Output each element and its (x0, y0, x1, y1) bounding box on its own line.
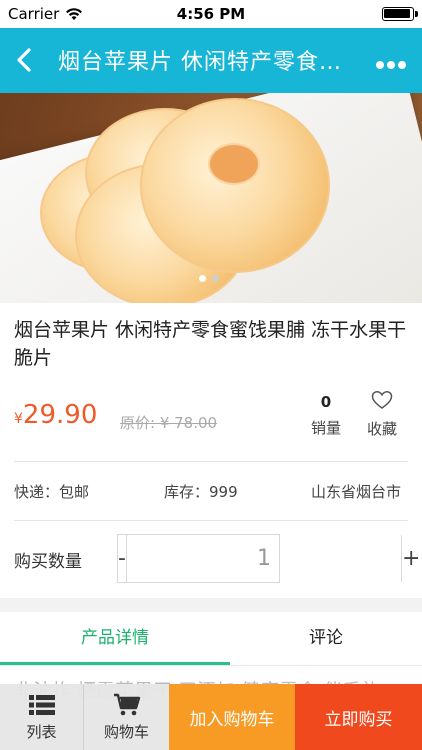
current-price: 29.90 (22, 400, 98, 430)
increase-quantity-button[interactable]: + (400, 535, 420, 582)
nav-bar: 烟台苹果片 休闲特产零食蜜饯果脯 冻干水果干脆片 (0, 28, 422, 93)
sales-label: 销量 (310, 419, 341, 437)
status-time: 4:56 PM (176, 5, 246, 23)
product-title: 烟台苹果片 休闲特产零食蜜饯果脯 冻干水果干脆片 (14, 319, 407, 369)
carousel-dot (212, 275, 219, 282)
origin-location: 山东省烟台市 (311, 483, 402, 501)
status-bar: Carrier 4:56 PM (0, 0, 422, 28)
active-tab-indicator (0, 662, 230, 665)
bottom-action-bar: 列表 购物车 加入购物车 立即购买 (0, 684, 422, 750)
sales-counter: 0 销量 (306, 393, 346, 438)
list-label: 列表 (26, 722, 57, 741)
currency-symbol: ¥ (14, 411, 23, 427)
heart-icon (371, 391, 393, 409)
decrease-quantity-button[interactable]: - (118, 535, 127, 582)
add-to-cart-button[interactable]: 加入购物车 (169, 684, 295, 750)
quantity-label: 购买数量 (14, 552, 82, 572)
stock-info: 库存：999 (164, 483, 238, 501)
tab-reviews[interactable]: 评论 (230, 612, 422, 666)
apple-core (208, 143, 260, 185)
original-price: 原价: ¥ 78.00 (120, 414, 218, 432)
apple-chip (140, 98, 330, 273)
buy-now-button[interactable]: 立即购买 (295, 684, 422, 750)
divider (14, 520, 408, 521)
detail-tabs: 产品详情 评论 (0, 612, 422, 666)
section-gap (0, 598, 422, 612)
cart-icon (113, 693, 140, 715)
more-dots-icon[interactable] (376, 54, 412, 69)
divider (14, 461, 408, 462)
list-icon (28, 694, 55, 715)
battery-icon (382, 7, 418, 21)
list-button[interactable]: 列表 (0, 684, 84, 750)
sales-count: 0 (320, 393, 332, 411)
carousel-dot-active (199, 275, 206, 282)
favorite-button[interactable]: 收藏 (360, 390, 404, 439)
cart-label: 购物车 (103, 722, 149, 741)
cart-button[interactable]: 购物车 (84, 684, 169, 750)
carousel-indicator (199, 275, 219, 282)
tab-product-details[interactable]: 产品详情 (0, 612, 230, 666)
price: ¥29.90 (14, 400, 97, 430)
quantity-stepper: - + (117, 534, 420, 583)
nav-title: 烟台苹果片 休闲特产零食蜜饯果脯 冻干水果干脆片 (58, 50, 363, 75)
product-image-carousel[interactable] (0, 93, 422, 303)
favorite-label: 收藏 (366, 420, 397, 438)
shipping-info: 快递：包邮 (14, 483, 90, 501)
back-arrow-icon[interactable] (10, 44, 40, 76)
quantity-input[interactable] (126, 535, 401, 582)
